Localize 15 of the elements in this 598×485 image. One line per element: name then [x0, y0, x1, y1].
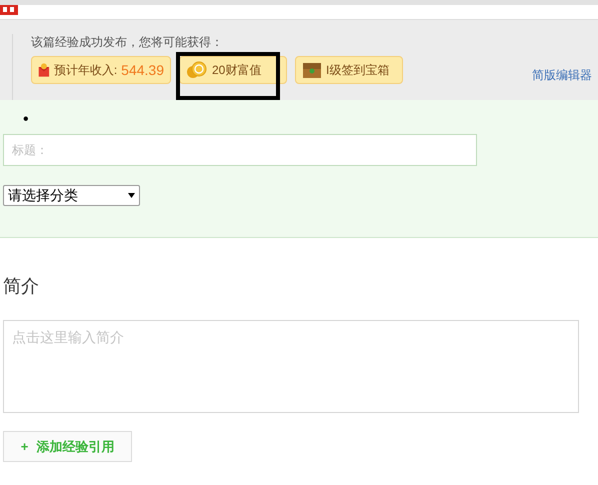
reward-label: 20财富值 [212, 62, 262, 79]
reward-value: 544.39 [121, 60, 164, 80]
title-field[interactable]: 标题： [3, 134, 477, 166]
intro-field[interactable]: 点击这里输入简介 [3, 320, 579, 413]
reward-message: 该篇经验成功发布，您将可能获得： [31, 34, 224, 50]
coins-icon [186, 61, 208, 79]
simple-editor-link[interactable]: 简版编辑器 [532, 66, 592, 84]
add-reference-button[interactable]: + 添加经验引用 [3, 431, 132, 462]
category-select[interactable]: 请选择分类 [3, 185, 140, 206]
reward-label: I级签到宝箱 [326, 62, 390, 79]
reward-label: 预计年收入: [54, 62, 118, 79]
treasure-chest-icon [302, 61, 322, 79]
intro-heading: 简介 [3, 275, 40, 298]
dropdown-arrow-icon [128, 193, 135, 198]
bullet: • [23, 112, 30, 128]
